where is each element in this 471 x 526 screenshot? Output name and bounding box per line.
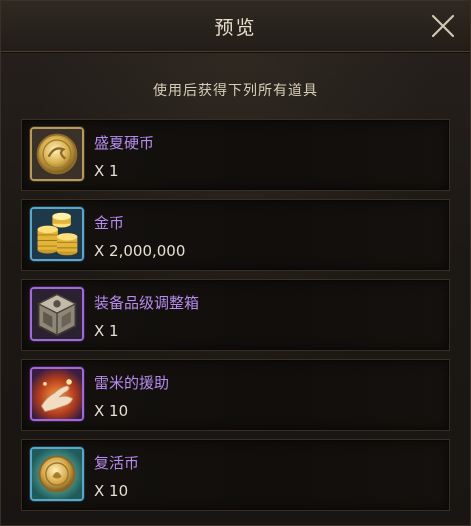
reward-list: 盛夏硬币 X 1 金币 X 2,000,000 装备品级调整箱 X 1 雷米的援…	[21, 119, 450, 519]
list-item: 复活币 X 10	[21, 439, 450, 511]
item-quantity: X 10	[94, 482, 129, 500]
revive-coin-icon	[30, 447, 84, 501]
item-name: 装备品级调整箱	[94, 294, 200, 312]
summer-coin-icon	[30, 127, 84, 181]
item-quantity: X 10	[94, 402, 129, 420]
preview-dialog: 预览 使用后获得下列所有道具 盛夏硬币 X 1 金币 X 2,000,000 装…	[0, 0, 471, 526]
dialog-title: 预览	[214, 17, 257, 39]
list-item: 金币 X 2,000,000	[21, 199, 450, 271]
item-name: 雷米的援助	[94, 374, 170, 392]
item-quantity: X 1	[94, 162, 119, 180]
item-name: 盛夏硬币	[94, 134, 155, 152]
gold-coins-icon	[30, 207, 84, 261]
item-quantity: X 2,000,000	[94, 242, 186, 260]
list-item: 雷米的援助 X 10	[21, 359, 450, 431]
equipment-box-icon	[30, 287, 84, 341]
close-icon[interactable]	[430, 13, 456, 39]
list-item: 装备品级调整箱 X 1	[21, 279, 450, 351]
reward-description: 使用后获得下列所有道具	[153, 83, 318, 99]
list-item: 盛夏硬币 X 1	[21, 119, 450, 191]
item-name: 复活币	[94, 454, 140, 472]
item-quantity: X 1	[94, 322, 119, 340]
helping-hand-icon	[30, 367, 84, 421]
dialog-header: 预览	[1, 1, 470, 52]
item-name: 金币	[94, 214, 125, 232]
